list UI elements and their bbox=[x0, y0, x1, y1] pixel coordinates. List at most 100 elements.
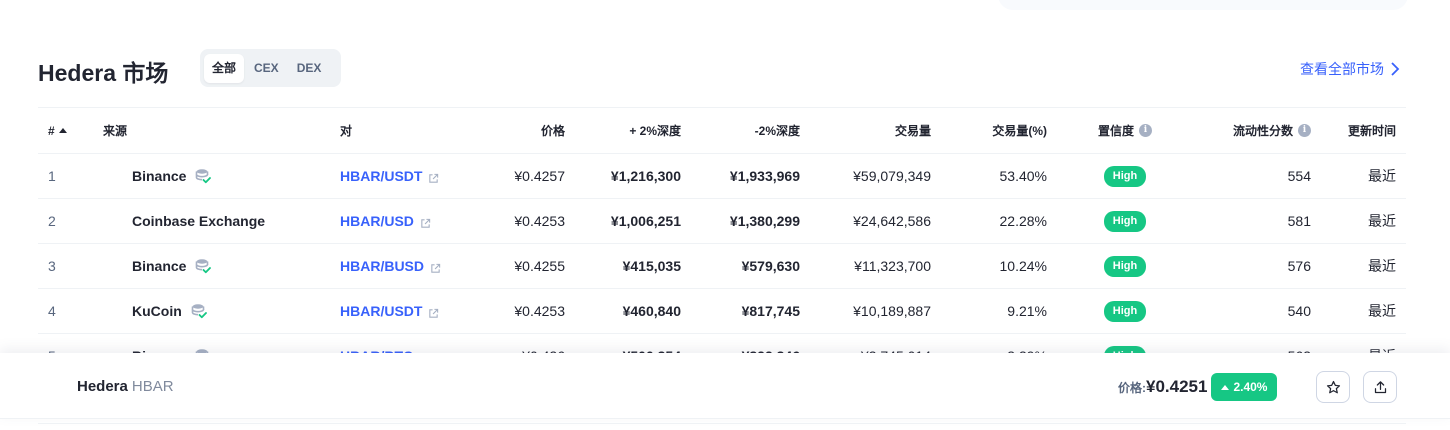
watchlist-star-button[interactable] bbox=[1316, 371, 1350, 403]
coin-price: ¥0.4251 bbox=[1146, 377, 1208, 396]
col-rank-header[interactable]: # bbox=[38, 108, 93, 154]
col-liquidity-header[interactable]: 流动性分数 i bbox=[1193, 108, 1321, 154]
col-depth-minus-header[interactable]: -2%深度 bbox=[691, 108, 810, 154]
col-pair-header: 对 bbox=[340, 124, 353, 138]
col-depth-plus-header[interactable]: + 2%深度 bbox=[575, 108, 691, 154]
table-row[interactable]: 3 Binance HBAR/BUSD ¥0.4255 ¥415,035 ¥579,630… bbox=[38, 244, 1406, 289]
divider bbox=[38, 423, 1406, 424]
row-source[interactable]: Coinbase Exchange bbox=[93, 199, 330, 244]
confidence-badge: High bbox=[1103, 255, 1147, 277]
info-icon[interactable]: i bbox=[1139, 124, 1152, 137]
row-updated: 最近 bbox=[1368, 303, 1396, 319]
row-volume: ¥11,323,700 bbox=[854, 258, 931, 274]
row-depth-plus: ¥460,840 bbox=[622, 303, 681, 319]
row-price: ¥0.4253 bbox=[514, 303, 565, 319]
row-price: ¥0.4253 bbox=[514, 213, 565, 229]
row-depth-minus: ¥1,933,969 bbox=[729, 168, 800, 184]
row-pair[interactable]: HBAR/BUSD bbox=[330, 244, 480, 289]
section-title: Hedera 市场 bbox=[38, 60, 169, 86]
col-confidence-header[interactable]: 置信度 i bbox=[1057, 108, 1193, 154]
row-source[interactable]: KuCoin bbox=[93, 289, 330, 334]
pair-link[interactable]: HBAR/USD bbox=[340, 213, 414, 229]
pair-link[interactable]: HBAR/USDT bbox=[340, 168, 422, 184]
external-link-icon bbox=[428, 171, 439, 183]
row-depth-plus: ¥1,216,300 bbox=[610, 168, 681, 184]
row-price: ¥0.4255 bbox=[514, 258, 565, 274]
sort-asc-icon bbox=[58, 127, 67, 133]
exchange-name: Binance bbox=[132, 258, 187, 274]
row-price: ¥0.4257 bbox=[514, 168, 565, 184]
tab-dex[interactable]: DEX bbox=[289, 54, 330, 83]
table-row[interactable]: 2 Coinbase Exchange HBAR/USD ¥0.4253 ¥1,006,… bbox=[38, 199, 1406, 244]
row-source[interactable]: Binance bbox=[93, 154, 330, 199]
row-depth-minus: ¥1,380,299 bbox=[729, 213, 800, 229]
row-depth-plus: ¥415,035 bbox=[622, 258, 681, 274]
pair-link[interactable]: HBAR/BUSD bbox=[340, 258, 424, 274]
row-rank: 2 bbox=[48, 213, 56, 229]
row-liquidity: 540 bbox=[1287, 303, 1311, 319]
row-volume: ¥10,189,887 bbox=[853, 303, 931, 319]
row-liquidity: 576 bbox=[1287, 258, 1311, 274]
row-rank: 3 bbox=[48, 258, 56, 274]
coin-symbol: HBAR bbox=[131, 378, 174, 395]
view-all-label: 查看全部市场 bbox=[1300, 61, 1384, 77]
caret-up-icon bbox=[1221, 384, 1230, 390]
external-link-icon bbox=[420, 216, 431, 228]
external-link-icon bbox=[428, 306, 439, 318]
confidence-badge: High bbox=[1103, 210, 1147, 232]
table-row[interactable]: 1 Binance HBAR/USDT ¥0.4257 ¥1,216,300 ¥1,933… bbox=[38, 154, 1406, 199]
col-source-header: 来源 bbox=[103, 124, 128, 138]
database-check-icon bbox=[191, 303, 207, 319]
price-area: 价格: ¥0.4251 2.40% bbox=[1118, 373, 1278, 401]
col-updated-header: 更新时间 bbox=[1347, 124, 1396, 138]
row-volume-pct: 9.21% bbox=[1007, 303, 1047, 319]
row-volume: ¥24,642,586 bbox=[853, 213, 931, 229]
view-all-markets-link[interactable]: 查看全部市场 bbox=[1300, 59, 1400, 79]
chevron-right-icon bbox=[1391, 62, 1400, 76]
sticky-coin-bar: Hedera HBAR 价格: ¥0.4251 2.40% bbox=[0, 353, 1450, 419]
row-pair[interactable]: HBAR/USDT bbox=[330, 289, 480, 334]
col-volume-header[interactable]: 交易量 bbox=[810, 108, 941, 154]
markets-table: # 来源 对 价格 + 2%深度 -2%深度 交易量 交易量(%) 置信度 i 流… bbox=[38, 107, 1406, 379]
top-card-edge bbox=[998, 0, 1408, 10]
row-pair[interactable]: HBAR/USD bbox=[330, 199, 480, 244]
market-type-tabs: 全部 CEX DEX bbox=[200, 49, 341, 87]
row-pair[interactable]: HBAR/USDT bbox=[330, 154, 480, 199]
external-link-icon bbox=[430, 261, 441, 273]
tab-all[interactable]: 全部 bbox=[204, 53, 245, 83]
col-volume-pct-header[interactable]: 交易量(%) bbox=[941, 108, 1057, 154]
col-price-header[interactable]: 价格 bbox=[480, 108, 575, 154]
row-updated: 最近 bbox=[1368, 258, 1396, 274]
row-confidence: High bbox=[1057, 154, 1193, 199]
price-label: 价格: bbox=[1118, 380, 1146, 395]
confidence-badge: High bbox=[1103, 300, 1147, 322]
table-row[interactable]: 4 KuCoin HBAR/USDT ¥0.4253 ¥460,840 ¥817,745 ¥… bbox=[38, 289, 1406, 334]
row-depth-minus: ¥579,630 bbox=[741, 258, 800, 274]
row-depth-plus: ¥1,006,251 bbox=[610, 213, 681, 229]
markets-header: Hedera 市场 全部 CEX DEX 查看全部市场 bbox=[38, 48, 1406, 88]
row-volume-pct: 10.24% bbox=[999, 258, 1047, 274]
exchange-name: Coinbase Exchange bbox=[132, 213, 266, 229]
row-confidence: High bbox=[1057, 199, 1193, 244]
row-volume: ¥59,079,349 bbox=[853, 168, 931, 184]
exchange-name: KuCoin bbox=[132, 303, 182, 319]
share-icon bbox=[1374, 380, 1386, 393]
row-updated: 最近 bbox=[1368, 213, 1396, 229]
pair-link[interactable]: HBAR/USDT bbox=[340, 303, 422, 319]
share-button[interactable] bbox=[1363, 371, 1397, 403]
row-volume-pct: 22.28% bbox=[999, 213, 1047, 229]
row-source[interactable]: Binance bbox=[93, 244, 330, 289]
exchange-name: Binance bbox=[132, 168, 187, 184]
row-depth-minus: ¥817,745 bbox=[741, 303, 800, 319]
database-check-icon bbox=[195, 168, 212, 184]
row-updated: 最近 bbox=[1368, 168, 1396, 184]
confidence-badge: High bbox=[1103, 165, 1147, 187]
table-header-row: # 来源 对 价格 + 2%深度 -2%深度 交易量 交易量(%) 置信度 i 流… bbox=[38, 107, 1406, 154]
tab-cex[interactable]: CEX bbox=[246, 54, 287, 83]
info-icon[interactable]: i bbox=[1298, 124, 1311, 137]
row-liquidity: 554 bbox=[1287, 168, 1311, 184]
row-confidence: High bbox=[1057, 244, 1193, 289]
row-rank: 1 bbox=[48, 168, 56, 184]
database-check-icon bbox=[195, 258, 212, 274]
row-liquidity: 581 bbox=[1287, 213, 1311, 229]
